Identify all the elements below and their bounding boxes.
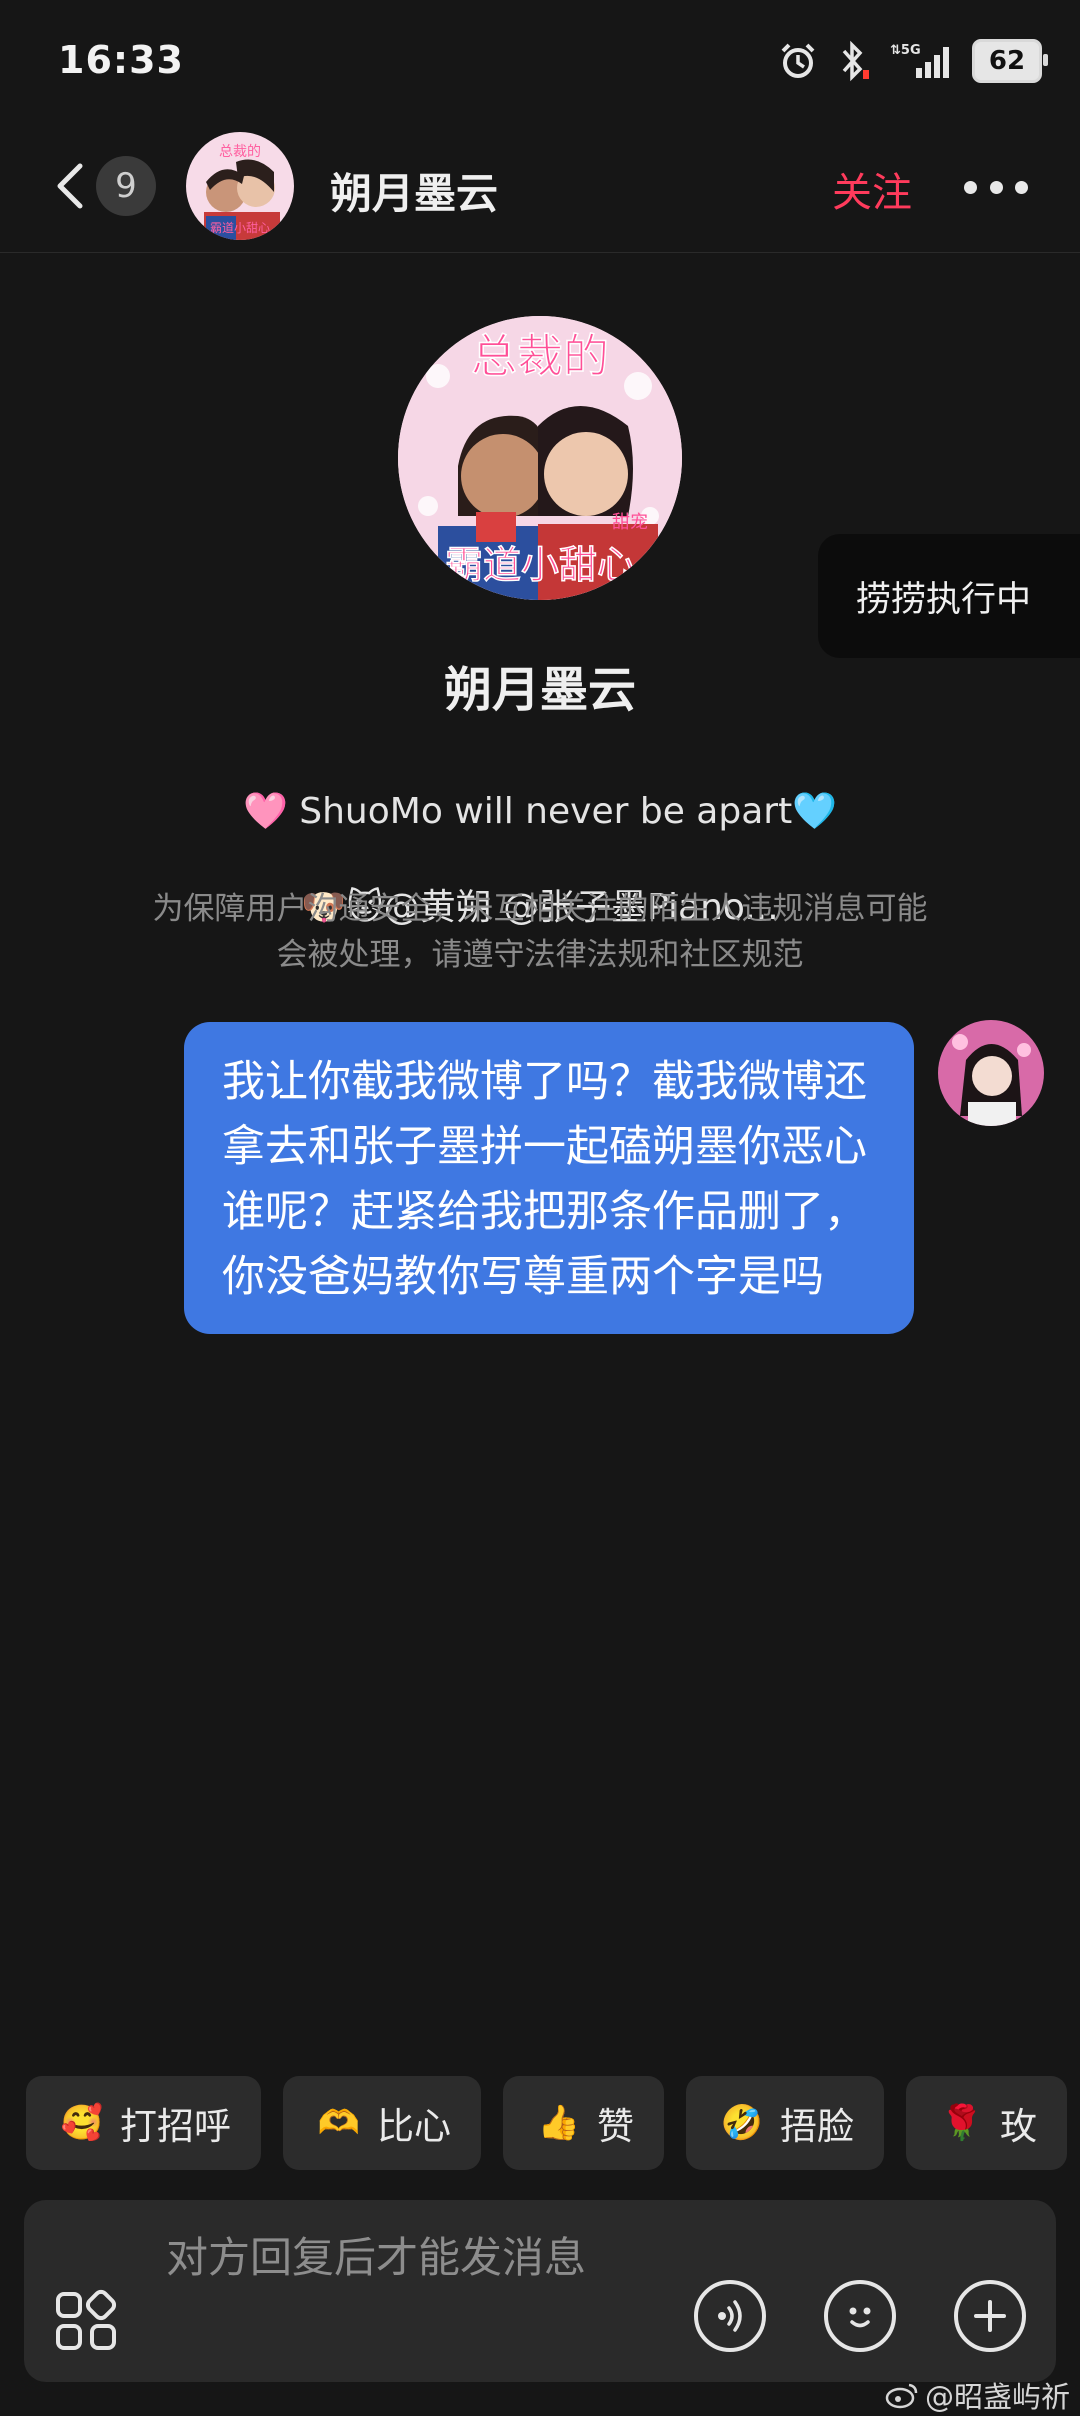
- chevron-left-icon: [57, 163, 83, 209]
- status-icons: ⇅5G 62: [778, 36, 1048, 86]
- quick-reply-label: 赞: [597, 2105, 634, 2148]
- my-avatar[interactable]: [938, 1020, 1044, 1126]
- battery-indicator: 62: [972, 39, 1048, 83]
- smile-hug-icon: 🥰: [60, 2103, 104, 2143]
- safety-notice: 为保障用户沟通安全，未互相关注的陌生人违规消息可能会被处理，请遵守法律法规和社区…: [152, 891, 928, 973]
- quick-reply-label: 比心: [377, 2105, 451, 2148]
- profile-name: 朔月墨云: [443, 662, 636, 718]
- quick-reply-facepalm[interactable]: 🤣 捂脸: [686, 2076, 884, 2170]
- watermark-text: @昭盏屿祈: [924, 2380, 1070, 2414]
- floating-toast[interactable]: 捞捞执行中: [818, 534, 1080, 658]
- bluetooth-icon: [842, 40, 869, 82]
- heart-hands-icon: 🫶: [317, 2103, 361, 2143]
- avatar-caption-top: 总裁的: [471, 329, 609, 383]
- quick-reply-rose[interactable]: 🌹 玫: [906, 2076, 1067, 2170]
- avatar-image: 总裁的 霸道小甜心: [186, 132, 294, 240]
- unread-count-badge[interactable]: 9: [96, 156, 156, 216]
- quick-reply-label: 玫: [1000, 2105, 1037, 2148]
- avatar-caption-tag: 甜宠: [612, 512, 648, 533]
- header-avatar[interactable]: 总裁的 霸道小甜心: [186, 132, 294, 240]
- voice-wave-icon: [718, 2300, 742, 2332]
- rose-icon: 🌹: [940, 2103, 984, 2143]
- more-options-button[interactable]: [964, 172, 1028, 202]
- svg-text:霸道小甜心: 霸道小甜心: [210, 221, 270, 235]
- thumbs-up-icon: 👍: [537, 2103, 581, 2143]
- more-dot-icon: [964, 180, 977, 194]
- emoji-button[interactable]: [824, 2280, 896, 2352]
- bio-line: 🩷 ShuoMo will never be apart🩵: [242, 791, 838, 832]
- watermark: @昭盏屿祈: [885, 2374, 1070, 2416]
- alarm-icon: [781, 43, 815, 78]
- header-name: 朔月墨云: [330, 169, 499, 218]
- avatar-image: [938, 1020, 1044, 1126]
- follow-button[interactable]: 关注: [832, 160, 912, 218]
- quick-reply-greet[interactable]: 🥰 打招呼: [26, 2076, 261, 2170]
- smiley-face-icon: [849, 2307, 871, 2328]
- apps-grid-icon: [56, 2289, 117, 2350]
- apps-button[interactable]: [54, 2286, 120, 2352]
- add-attachment-button[interactable]: [954, 2280, 1026, 2352]
- more-dot-icon: [1015, 180, 1028, 194]
- avatar-caption-bottom: 霸道小甜心: [445, 543, 635, 587]
- quick-reply-label: 打招呼: [120, 2105, 231, 2148]
- quick-reply-like[interactable]: 👍 赞: [503, 2076, 664, 2170]
- svg-text:总裁的: 总裁的: [219, 144, 261, 160]
- more-dot-icon: [989, 180, 1003, 194]
- quick-reply-heart[interactable]: 🫶 比心: [283, 2076, 481, 2170]
- quick-reply-bar: 🥰 打招呼 🫶 比心 👍 赞 🤣 捂脸 🌹 玫: [26, 2076, 1080, 2170]
- weibo-logo-icon: [885, 2383, 918, 2409]
- plus-icon: [974, 2300, 1006, 2332]
- quick-reply-label: 捂脸: [780, 2105, 854, 2148]
- message-bubble[interactable]: 我让你截我微博了吗？截我微博还拿去和张子墨拼一起磕朔墨你恶心谁呢？赶紧给我把那条…: [184, 1022, 914, 1334]
- signal-5g-icon: ⇅5G: [890, 43, 949, 78]
- profile-avatar[interactable]: 总裁的 霸道小甜心 甜宠: [398, 316, 682, 600]
- chat-header: [0, 140, 1080, 253]
- status-time: 16:33: [58, 38, 184, 82]
- voice-button[interactable]: [694, 2280, 766, 2352]
- back-button[interactable]: [50, 158, 90, 218]
- message-input[interactable]: 对方回复后才能发消息: [166, 2226, 646, 2290]
- laughing-icon: 🤣: [720, 2103, 764, 2143]
- avatar-image: 总裁的 霸道小甜心 甜宠: [398, 316, 682, 600]
- svg-text:⇅5G: ⇅5G: [890, 43, 921, 58]
